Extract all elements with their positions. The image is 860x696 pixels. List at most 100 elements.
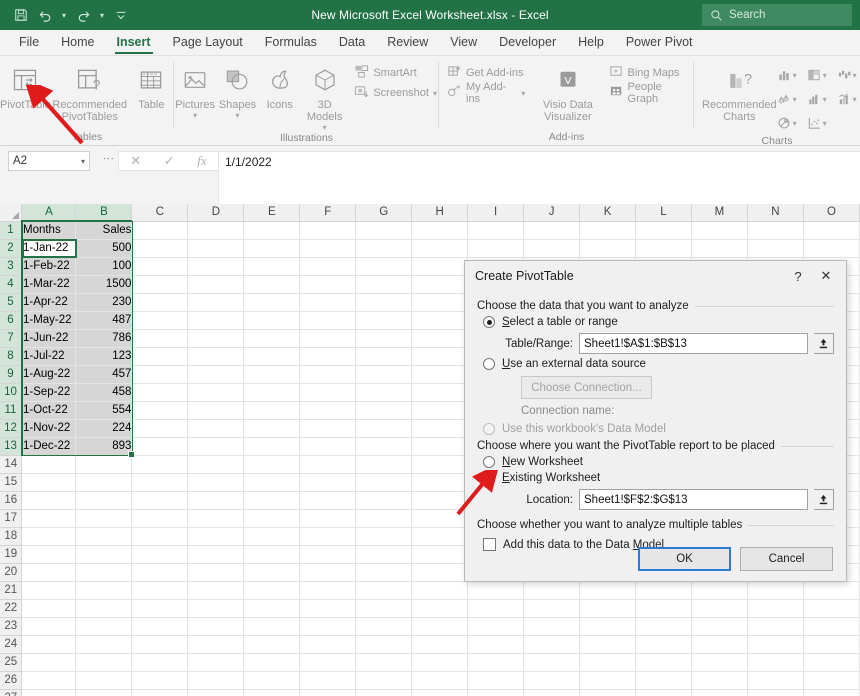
- 3d-models-button[interactable]: 3D Models ▾: [301, 61, 348, 132]
- cell-C21[interactable]: [131, 581, 189, 600]
- cell-N22[interactable]: [747, 599, 804, 618]
- cell-N1[interactable]: [747, 221, 804, 240]
- cell-N23[interactable]: [747, 617, 804, 636]
- cell-F18[interactable]: [299, 527, 357, 546]
- cell-F2[interactable]: [299, 239, 357, 258]
- cell-B16[interactable]: [75, 491, 133, 510]
- formula-input[interactable]: 1/1/2022: [218, 151, 860, 204]
- cell-A7[interactable]: 1-Jun-22: [21, 329, 77, 348]
- table-button[interactable]: Table: [129, 61, 174, 111]
- chevron-down-icon[interactable]: ▾: [323, 123, 327, 132]
- row-header-3[interactable]: 3: [0, 257, 23, 276]
- cell-K23[interactable]: [579, 617, 637, 636]
- tab-help[interactable]: Help: [567, 31, 615, 55]
- cell-C19[interactable]: [131, 545, 189, 564]
- cell-H25[interactable]: [411, 653, 469, 672]
- radio-button[interactable]: [483, 472, 495, 484]
- cell-G19[interactable]: [355, 545, 413, 564]
- tab-home[interactable]: Home: [50, 31, 105, 55]
- cell-G16[interactable]: [355, 491, 413, 510]
- cell-H20[interactable]: [411, 563, 469, 582]
- column-header-d[interactable]: D: [187, 204, 245, 222]
- cell-K24[interactable]: [579, 635, 637, 654]
- cancel-button[interactable]: Cancel: [740, 547, 833, 571]
- row-header-24[interactable]: 24: [0, 635, 23, 654]
- cell-C14[interactable]: [131, 455, 189, 474]
- cell-G3[interactable]: [355, 257, 413, 276]
- cell-E26[interactable]: [243, 671, 301, 690]
- cell-D4[interactable]: [187, 275, 245, 294]
- row-header-1[interactable]: 1: [0, 221, 23, 240]
- row-header-19[interactable]: 19: [0, 545, 23, 564]
- cell-B21[interactable]: [75, 581, 133, 600]
- ok-button[interactable]: OK: [638, 547, 731, 571]
- cell-F14[interactable]: [299, 455, 357, 474]
- cell-C2[interactable]: [131, 239, 189, 258]
- cell-D22[interactable]: [187, 599, 245, 618]
- cell-C8[interactable]: [131, 347, 189, 366]
- cell-G13[interactable]: [355, 437, 413, 456]
- cell-G15[interactable]: [355, 473, 413, 492]
- cell-H3[interactable]: [411, 257, 469, 276]
- row-header-23[interactable]: 23: [0, 617, 23, 636]
- cell-E27[interactable]: [243, 689, 301, 696]
- cell-K26[interactable]: [579, 671, 637, 690]
- cell-E25[interactable]: [243, 653, 301, 672]
- cell-G23[interactable]: [355, 617, 413, 636]
- cell-F23[interactable]: [299, 617, 357, 636]
- cell-G1[interactable]: [355, 221, 413, 240]
- cell-D27[interactable]: [187, 689, 245, 696]
- cell-J1[interactable]: [523, 221, 581, 240]
- pie-chart-button[interactable]: ▾: [777, 111, 807, 135]
- cell-E4[interactable]: [243, 275, 301, 294]
- cell-H1[interactable]: [411, 221, 469, 240]
- cell-D6[interactable]: [187, 311, 245, 330]
- cell-I23[interactable]: [467, 617, 525, 636]
- cell-B13[interactable]: 893: [75, 437, 133, 456]
- cell-E17[interactable]: [243, 509, 301, 528]
- range-picker-icon[interactable]: [814, 333, 834, 354]
- cell-M25[interactable]: [691, 653, 748, 672]
- cell-B24[interactable]: [75, 635, 133, 654]
- cell-H8[interactable]: [411, 347, 469, 366]
- combo-chart-button[interactable]: ▾: [837, 87, 860, 111]
- chevron-down-icon[interactable]: ▾: [853, 71, 857, 80]
- location-input[interactable]: Sheet1!$F$2:$G$13: [579, 489, 808, 510]
- cell-C17[interactable]: [131, 509, 189, 528]
- column-header-c[interactable]: C: [131, 204, 189, 222]
- cell-O1[interactable]: [803, 221, 860, 240]
- cell-D17[interactable]: [187, 509, 245, 528]
- undo-icon[interactable]: [34, 4, 56, 26]
- visio-data-visualizer-button[interactable]: V Visio Data Visualizer: [533, 61, 602, 123]
- cell-M23[interactable]: [691, 617, 748, 636]
- cell-C27[interactable]: [131, 689, 189, 696]
- cell-E19[interactable]: [243, 545, 301, 564]
- cell-D14[interactable]: [187, 455, 245, 474]
- close-icon[interactable]: ✕: [812, 264, 840, 288]
- cell-L21[interactable]: [635, 581, 692, 600]
- cell-C4[interactable]: [131, 275, 189, 294]
- cell-B25[interactable]: [75, 653, 133, 672]
- cell-O26[interactable]: [803, 671, 860, 690]
- cell-A10[interactable]: 1-Sep-22: [21, 383, 77, 402]
- cell-J26[interactable]: [523, 671, 581, 690]
- formula-bar-handle[interactable]: ⋮: [102, 153, 114, 165]
- cell-F4[interactable]: [299, 275, 357, 294]
- row-header-20[interactable]: 20: [0, 563, 23, 582]
- scatter-chart-button[interactable]: ▾: [807, 111, 837, 135]
- row-header-27[interactable]: 27: [0, 689, 23, 696]
- customize-quick-access-toolbar-icon[interactable]: [110, 4, 132, 26]
- row-header-17[interactable]: 17: [0, 509, 23, 528]
- tab-page-layout[interactable]: Page Layout: [162, 31, 254, 55]
- column-header-f[interactable]: F: [299, 204, 357, 222]
- cell-E14[interactable]: [243, 455, 301, 474]
- column-header-m[interactable]: M: [691, 204, 748, 222]
- radio-button[interactable]: [483, 316, 495, 328]
- cell-I25[interactable]: [467, 653, 525, 672]
- cell-G24[interactable]: [355, 635, 413, 654]
- cell-I22[interactable]: [467, 599, 525, 618]
- cell-O25[interactable]: [803, 653, 860, 672]
- cell-K27[interactable]: [579, 689, 637, 696]
- screenshot-button[interactable]: Screenshot ▾: [352, 83, 439, 103]
- cell-C22[interactable]: [131, 599, 189, 618]
